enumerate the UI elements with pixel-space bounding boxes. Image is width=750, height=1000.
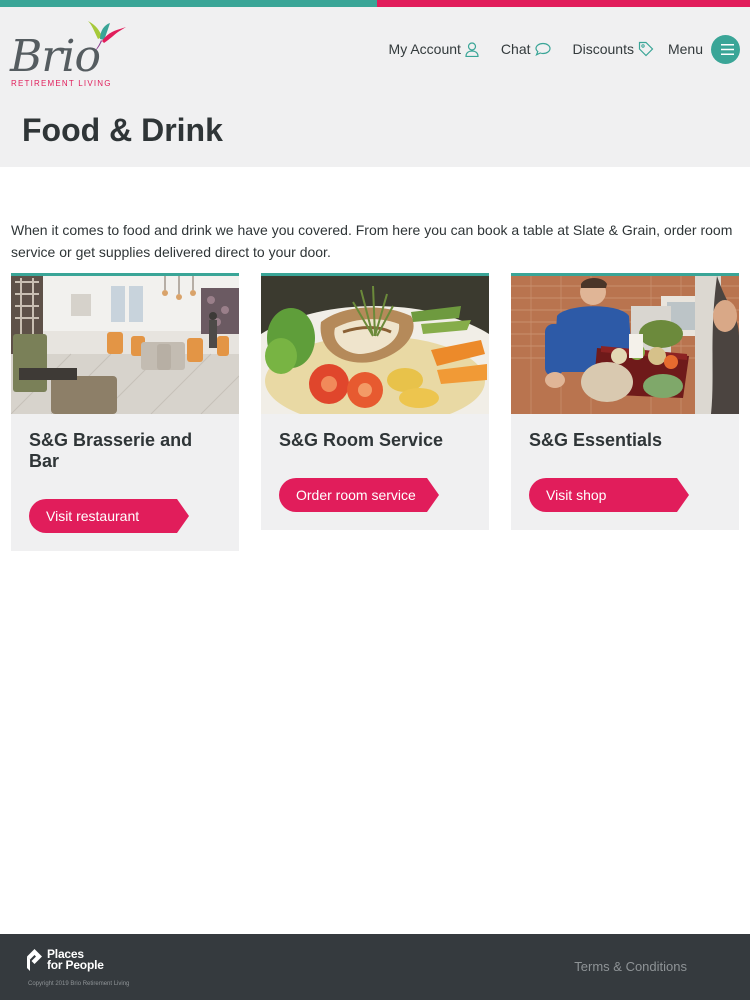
logo-tagline: RETIREMENT LIVING [11, 79, 112, 88]
nav-chat-label: Chat [500, 41, 531, 57]
terms-link[interactable]: Terms & Conditions [574, 959, 687, 974]
nav-chat[interactable]: Chat [501, 41, 551, 57]
nav-menu-label: Menu [667, 41, 703, 57]
places-for-people-mark-icon [27, 949, 42, 971]
nav-my-account-label: My Account [388, 41, 461, 57]
card-title: S&G Brasserie and Bar [29, 430, 193, 471]
hamburger-icon [721, 43, 734, 55]
card-brasserie: S&G Brasserie and Bar Visit restaurant [11, 273, 239, 551]
restaurant-photo [11, 276, 239, 414]
order-room-service-button[interactable]: Order room service [279, 478, 439, 512]
grocery-delivery-photo [511, 276, 739, 414]
brio-logo[interactable]: Brio RETIREMENT LIVING [10, 19, 130, 95]
plated-meal-photo [261, 276, 489, 414]
card-title: S&G Essentials [529, 430, 663, 450]
visit-restaurant-button[interactable]: Visit restaurant [29, 499, 189, 533]
accent-teal [0, 0, 377, 7]
nav-discounts-label: Discounts [572, 41, 634, 57]
places-for-people-logo[interactable]: Places for People [27, 948, 104, 972]
card-title: S&G Room Service [279, 430, 444, 450]
intro-text: When it comes to food and drink we have … [11, 222, 733, 260]
site-footer: Places for People Copyright 2019 Brio Re… [0, 934, 750, 1000]
nav-my-account[interactable]: My Account [389, 41, 479, 57]
visit-restaurant-label: Visit restaurant [46, 508, 140, 524]
page-title: Food & Drink [22, 112, 223, 148]
main-nav: My Account Chat Discounts Menu [367, 34, 740, 64]
logo-wordmark: Brio [10, 31, 101, 82]
org-name-line2: for People [47, 958, 104, 972]
site-header: Brio RETIREMENT LIVING My Account Chat D… [0, 7, 750, 167]
menu-button[interactable] [711, 34, 740, 64]
nav-menu[interactable]: Menu [667, 34, 740, 64]
card-essentials: S&G Essentials Visit shop [511, 273, 739, 530]
speech-bubble-icon [534, 42, 551, 56]
accent-pink [377, 0, 750, 7]
visit-shop-label: Visit shop [546, 487, 607, 503]
nav-discounts[interactable]: Discounts [573, 41, 654, 57]
order-room-service-label: Order room service [296, 487, 416, 503]
user-icon [465, 41, 479, 57]
visit-shop-button[interactable]: Visit shop [529, 478, 689, 512]
tag-icon [638, 41, 654, 57]
copyright-text: Copyright 2019 Brio Retirement Living [28, 981, 130, 987]
card-room-service: S&G Room Service Order room service [261, 273, 489, 530]
top-accent-bar [0, 0, 750, 7]
